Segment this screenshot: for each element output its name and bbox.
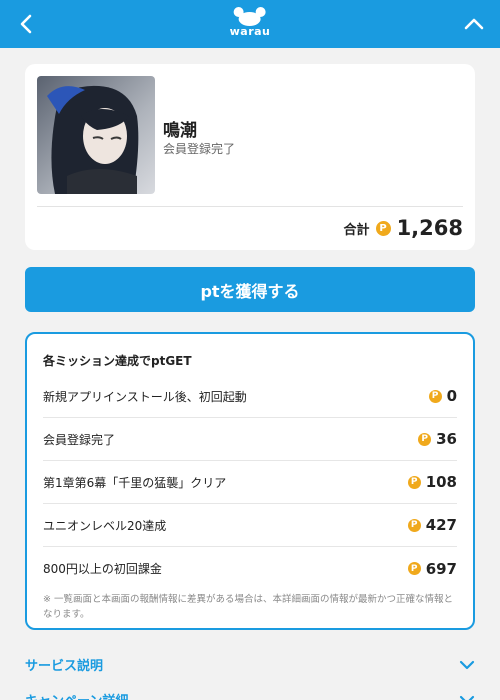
accordion-campaign-details[interactable]: キャンペーン詳細 [25,690,475,700]
mission-row: 新規アプリインストール後、初回起動 P 0 [43,375,457,418]
mission-label: 800円以上の初回課金 [43,562,162,576]
mission-points: P 427 [407,516,457,534]
collapse-button[interactable] [462,12,486,36]
chevron-left-icon [20,14,32,34]
logo-text: warau [229,25,271,38]
mission-label: 会員登録完了 [43,432,116,447]
mission-points-value: 427 [425,516,457,534]
disclaimer-note: ※ 一覧画面と本画面の報酬情報に差異がある場合は、本詳細画面の情報が最新かつ正確… [43,594,453,620]
logo-mark-icon [233,7,266,26]
mission-points-value: 36 [436,430,457,448]
missions-title: 各ミッション達成でptGET [43,354,192,368]
mission-row: ユニオンレベル20達成 P 427 [43,504,457,547]
missions-list: 新規アプリインストール後、初回起動 P 0 会員登録完了 P 36 第1章第6幕… [43,375,457,590]
mission-label: 第1章第6幕「千里の猛襲」クリア [43,475,227,490]
accordion-label: サービス説明 [25,659,104,674]
points-total: 合計 P 1,268 [344,216,463,240]
mission-points-value: 108 [425,473,457,491]
total-label: 合計 [343,222,370,238]
mission-points-value: 697 [425,559,457,578]
mission-label: 新規アプリインストール後、初回起動 [43,389,247,404]
missions-panel: 各ミッション達成でptGET 新規アプリインストール後、初回起動 P 0 会員登… [25,332,475,630]
point-coin-icon: P [428,389,442,403]
mission-points: P 108 [407,473,457,491]
accordion-service-description[interactable]: サービス説明 [25,655,475,674]
total-value: 1,268 [396,216,463,240]
app-header: warau [0,0,500,48]
mission-label: ユニオンレベル20達成 [43,518,167,533]
mission-row: 800円以上の初回課金 P 697 [43,547,457,590]
mission-row: 第1章第6幕「千里の猛襲」クリア P 108 [43,461,457,504]
mission-row: 会員登録完了 P 36 [43,418,457,461]
back-button[interactable] [14,12,38,36]
mission-points: P 697 [407,559,457,578]
point-coin-icon: P [418,432,432,446]
point-coin-icon: P [407,562,421,575]
registration-status: 会員登録完了 [163,142,236,156]
warau-logo: warau [230,6,271,38]
mission-points: P 36 [418,430,457,448]
accordion-label: キャンペーン詳細 [25,690,128,700]
username: 鳴潮 [163,121,197,141]
chevron-down-icon [459,660,475,669]
point-coin-icon: P [407,518,421,532]
profile-card: 鳴潮 会員登録完了 合計 P 1,268 [25,64,475,250]
avatar [37,76,155,194]
mission-points: P 0 [428,387,457,405]
mission-points-value: 0 [446,387,457,405]
get-points-button[interactable]: ptを獲得する [25,267,475,312]
point-coin-icon: P [407,475,421,489]
point-coin-icon: P [375,220,391,236]
chevron-down-icon [459,695,475,700]
divider [37,206,463,207]
chevron-up-icon [464,18,484,30]
